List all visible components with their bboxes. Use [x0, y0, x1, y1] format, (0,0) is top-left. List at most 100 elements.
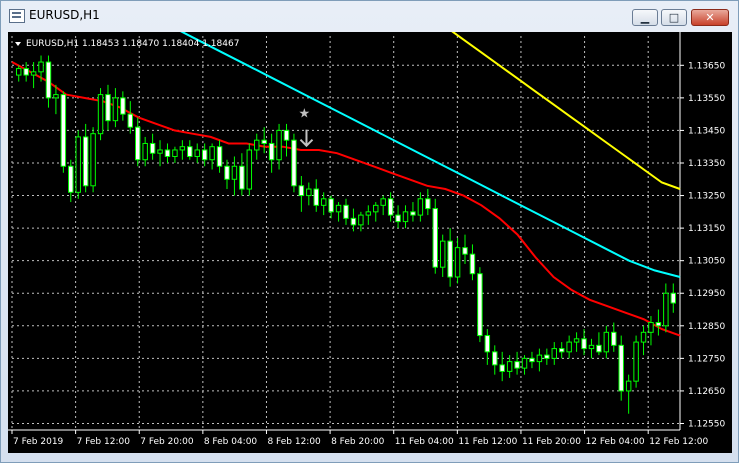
chart-canvas[interactable]: 1.13650 1.13550 1.13450 1.13350 1.13250 1.131… [8, 32, 732, 453]
y-tick-label: 1.12850 [688, 322, 725, 332]
candle-body [573, 338, 580, 343]
x-tick-label: 7 Feb 12:00 [77, 437, 131, 447]
candle-body [380, 198, 386, 206]
title-bar[interactable]: EURUSD,H1 ▁ □ ✕ [1, 1, 738, 31]
y-tick-label: 1.13550 [688, 94, 725, 104]
maximize-button[interactable]: □ [661, 9, 687, 26]
candle-body [239, 165, 245, 190]
candle-body [544, 354, 550, 359]
candle-body [164, 149, 171, 157]
candle-body [224, 165, 230, 180]
x-tick-label: 11 Feb 04:00 [395, 437, 454, 447]
candle-body [254, 139, 260, 151]
candle-body [417, 198, 424, 216]
candle-body [611, 331, 617, 346]
candle-body [194, 149, 200, 157]
candle-body [142, 142, 148, 161]
candle-body [558, 348, 565, 353]
candle-body [134, 126, 141, 161]
candle-body [387, 198, 394, 216]
candle-body [492, 351, 498, 366]
ma-fast-line [11, 61, 681, 337]
close-button[interactable]: ✕ [691, 9, 729, 26]
candle-body [514, 361, 520, 369]
x-tick-label: 8 Feb 12:00 [267, 437, 321, 447]
y-tick-label: 1.12750 [688, 354, 725, 364]
candle-body [410, 211, 416, 216]
candle-body [648, 322, 654, 333]
x-tick-label: 11 Feb 12:00 [458, 437, 517, 447]
candle-body [149, 142, 156, 154]
y-tick-label: 1.13450 [688, 126, 725, 136]
candle-body [172, 149, 178, 157]
x-tick-label: 7 Feb 2019 [13, 437, 64, 447]
collapse-arrow-icon [15, 42, 21, 46]
candle-body [82, 136, 89, 187]
candle-body [462, 247, 468, 255]
candle-body [670, 292, 677, 304]
candle-body [640, 331, 647, 343]
candle-body [112, 97, 119, 122]
y-tick-label: 1.13650 [688, 61, 725, 71]
candle-body [343, 204, 349, 219]
candle-body [201, 149, 208, 161]
x-tick-label: 12 Feb 12:00 [649, 437, 708, 447]
candle-body [596, 344, 602, 353]
candle-body [97, 94, 104, 135]
chart-window-icon [9, 9, 25, 23]
candle-body [536, 354, 543, 363]
candle-body [261, 139, 267, 144]
candle-body [313, 188, 319, 206]
candle-body [268, 142, 275, 161]
candle-body [551, 348, 558, 359]
ma-slow-line [451, 32, 681, 190]
candle-body [306, 188, 312, 197]
minimize-button[interactable]: ▁ [632, 9, 658, 26]
y-tick-label: 1.12650 [688, 387, 725, 397]
candle-body [68, 165, 74, 193]
y-tick-label: 1.13250 [688, 192, 725, 202]
candle-body [447, 240, 453, 278]
candle-body [655, 322, 662, 327]
candle-body [179, 146, 186, 151]
candle-body [521, 357, 528, 369]
candle-body [373, 204, 379, 213]
candle-body [53, 94, 59, 99]
candle-body [60, 94, 67, 167]
x-tick-label: 7 Feb 20:00 [140, 437, 194, 447]
candle-body [246, 149, 253, 190]
candle-body [603, 331, 610, 353]
candle-body [625, 380, 632, 392]
candle-body [120, 97, 126, 115]
x-tick-label: 8 Feb 04:00 [204, 437, 258, 447]
trade-arrow-down-icon [299, 129, 314, 148]
x-tick-label: 12 Feb 04:00 [586, 437, 645, 447]
price-chart[interactable]: 1.13650 1.13550 1.13450 1.13350 1.13250 1.131… [8, 32, 732, 453]
maximize-icon: □ [668, 11, 680, 24]
candle-body [350, 217, 357, 226]
candle-body [402, 211, 409, 223]
candle-body [581, 338, 587, 350]
trade-marker-star-icon: ★ [298, 107, 310, 122]
candle-body [335, 204, 342, 213]
candle-body [15, 68, 22, 76]
candle-body [566, 341, 572, 353]
candle-body [588, 344, 595, 350]
candle-body [477, 273, 483, 337]
candle-body [187, 146, 193, 157]
candle-body [216, 146, 223, 167]
candle-body [439, 240, 446, 268]
candle-body [328, 198, 334, 213]
candle-body [358, 214, 364, 226]
candle-body [157, 149, 163, 154]
candle-body [45, 61, 52, 99]
candle-body [484, 335, 491, 353]
x-tick-label: 8 Feb 20:00 [331, 437, 385, 447]
close-icon: ✕ [705, 11, 715, 24]
candle-body [30, 71, 37, 76]
candle-body [365, 211, 372, 216]
x-tick-label: 11 Feb 20:00 [522, 437, 581, 447]
candle-body [618, 344, 624, 392]
candle-body [506, 361, 513, 372]
candle-body [298, 185, 305, 197]
